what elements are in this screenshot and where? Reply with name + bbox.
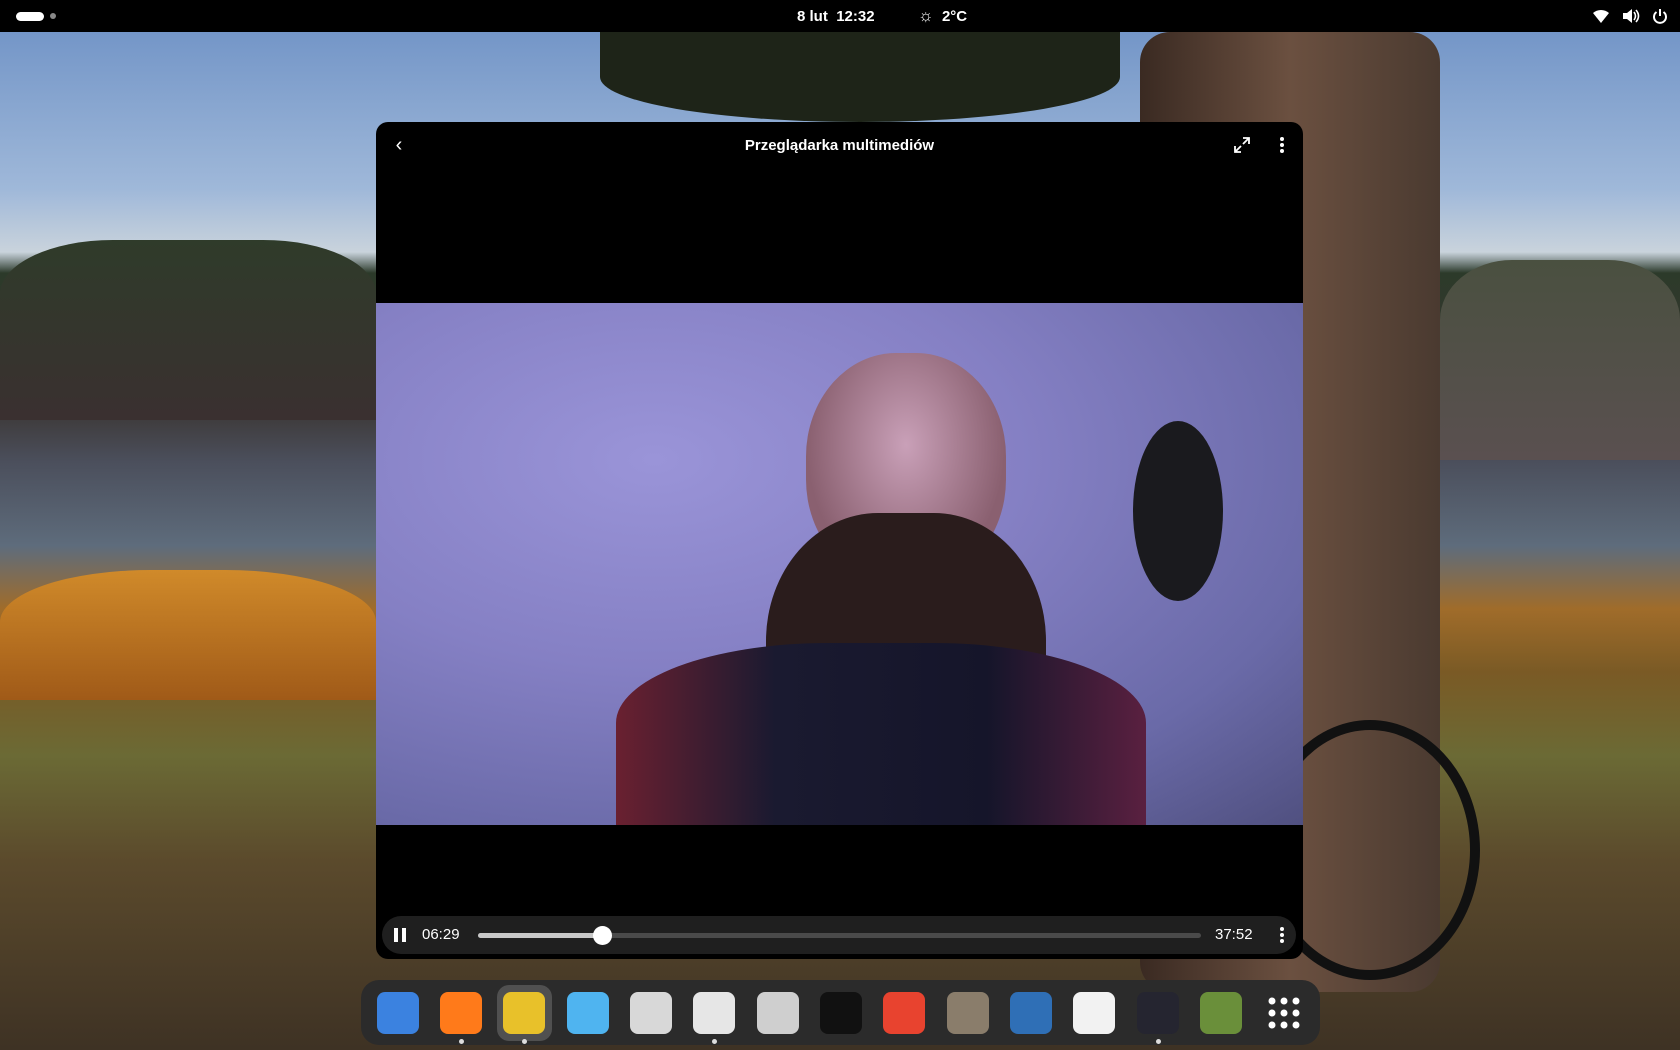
dock-app-gimp[interactable]: [940, 985, 995, 1041]
player-menu-button[interactable]: [1280, 927, 1284, 947]
dock-app-chat-spiral[interactable]: [560, 985, 615, 1041]
header-bar: ‹ Przeglądarka multimediów: [376, 122, 1303, 168]
app-grid-icon: [1268, 997, 1300, 1028]
pause-icon: [394, 928, 398, 942]
seek-handle[interactable]: [592, 926, 612, 945]
menu-button[interactable]: [1267, 130, 1297, 160]
show-apps-button[interactable]: [1257, 985, 1312, 1041]
mail-clock-icon: [693, 991, 736, 1034]
minecraft-icon: [1199, 991, 1242, 1034]
system-status[interactable]: [1592, 0, 1668, 32]
seek-bar-fill: [478, 933, 602, 938]
dock-app-minecraft[interactable]: [1193, 985, 1248, 1041]
dock-app-newspaper[interactable]: [623, 985, 678, 1041]
pause-button[interactable]: [390, 926, 410, 944]
dock-app-files[interactable]: [370, 985, 425, 1041]
running-indicator: [712, 1038, 718, 1044]
window-title: Przeglądarka multimediów: [744, 136, 935, 154]
top-bar: 8 lut 12:32 ☼ 2°C: [0, 0, 1680, 32]
playback-controls: 06:29 37:52: [382, 916, 1296, 954]
date: 8 lut: [797, 7, 828, 25]
pause-icon-bar: [402, 928, 406, 942]
running-indicator: [522, 1038, 528, 1044]
dock-app-terminal[interactable]: [1130, 985, 1185, 1044]
media-viewer-window: ‹ Przeglądarka multimediów 06:29 37:52: [376, 122, 1303, 959]
dock-app-firefox[interactable]: [433, 985, 488, 1044]
back-button[interactable]: ‹: [384, 130, 414, 160]
firefox-icon: [439, 991, 482, 1034]
video-microphone: [1133, 421, 1223, 601]
dock-app-inkscape[interactable]: [813, 985, 868, 1041]
kebab-menu-icon: [1280, 137, 1284, 153]
mountain-app-icon: [883, 991, 926, 1034]
time: 12:32: [836, 7, 875, 25]
dock: [361, 980, 1320, 1045]
workspace-active: [16, 11, 44, 21]
libreoffice-icon: [756, 991, 799, 1034]
dock-app-libreoffice[interactable]: [750, 985, 805, 1041]
newspaper-icon: [629, 991, 672, 1034]
temperature: 2°C: [941, 7, 968, 25]
chat-spiral-icon: [566, 991, 609, 1034]
tuba-icon: [503, 991, 546, 1034]
kebab-menu-icon: [1280, 927, 1284, 943]
dock-app-mail-clock[interactable]: [687, 985, 742, 1044]
dock-app-text-editor-cat[interactable]: [1067, 985, 1122, 1041]
dock-app-scribus[interactable]: [1003, 985, 1058, 1041]
elapsed-time: 06:29: [422, 926, 460, 943]
inkscape-icon: [819, 991, 862, 1034]
files-icon: [376, 991, 419, 1034]
wifi-icon: [1593, 9, 1609, 23]
weather[interactable]: ☼ 2°C: [918, 0, 967, 32]
gimp-icon: [946, 991, 989, 1034]
duration: 37:52: [1215, 926, 1253, 943]
fullscreen-icon: [1234, 137, 1250, 153]
chevron-left-icon: ‹: [395, 133, 403, 156]
clock[interactable]: 8 lut 12:32: [797, 0, 875, 32]
fullscreen-button[interactable]: [1227, 130, 1257, 160]
text-editor-cat-icon: [1073, 991, 1116, 1034]
dock-app-mountain-app[interactable]: [877, 985, 932, 1041]
workspace-inactive: [50, 13, 56, 19]
seek-bar[interactable]: [478, 926, 1201, 945]
running-indicator: [458, 1038, 464, 1044]
video-frame[interactable]: [376, 303, 1303, 825]
video-person-shirt: [616, 643, 1146, 825]
power-icon: [1653, 9, 1667, 24]
scribus-icon: [1009, 991, 1052, 1034]
volume-icon: [1623, 9, 1640, 23]
activities-indicator[interactable]: [16, 0, 56, 32]
running-indicator: [1155, 1038, 1161, 1044]
terminal-icon: [1136, 991, 1179, 1034]
sun-icon: ☼: [918, 6, 934, 25]
dock-app-tuba[interactable]: [496, 984, 552, 1044]
